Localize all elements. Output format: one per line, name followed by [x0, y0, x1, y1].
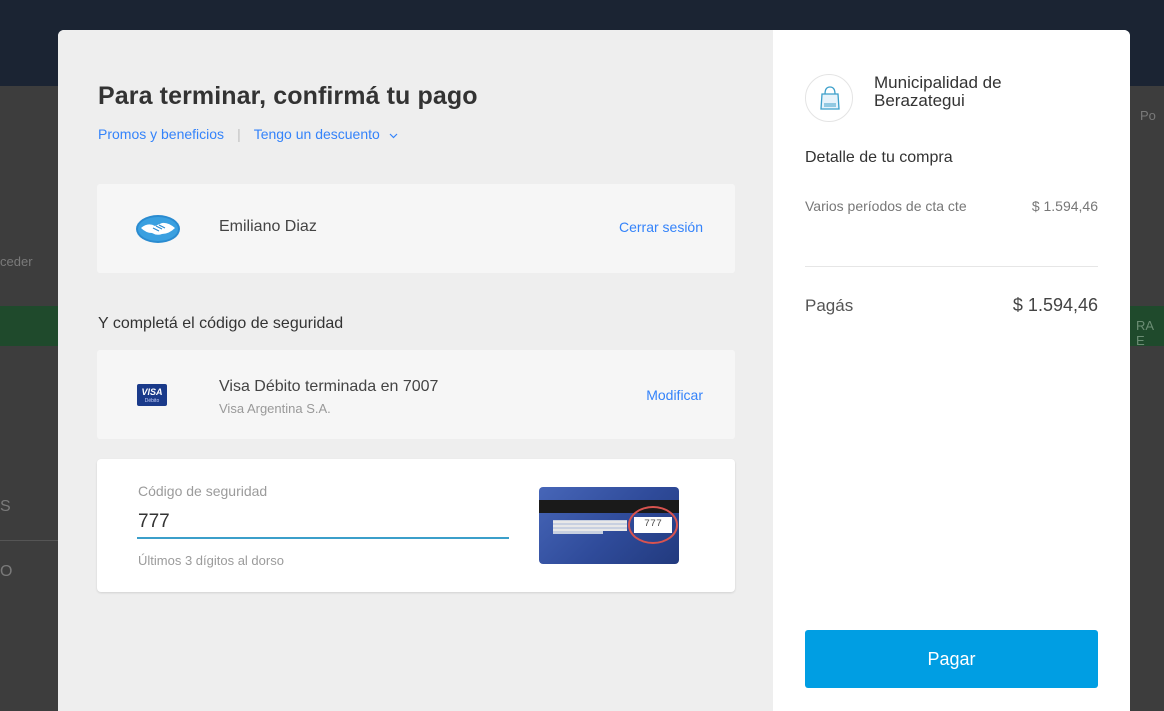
promos-link[interactable]: Promos y beneficios	[98, 126, 224, 142]
merchant-name: Municipalidad de Berazategui	[874, 73, 1002, 110]
payment-method-issuer: Visa Argentina S.A.	[219, 401, 331, 416]
handshake-icon	[135, 214, 181, 244]
background-divider	[0, 540, 58, 541]
background-text-right: Po	[1140, 108, 1156, 123]
background-letter-s: S	[0, 498, 11, 515]
security-code-label: Código de seguridad	[138, 483, 268, 499]
card-signature-strip	[553, 520, 627, 531]
visa-brand-text: VISA	[141, 387, 163, 397]
payment-method-name: Visa Débito terminada en 7007	[219, 378, 439, 395]
modify-payment-link[interactable]: Modificar	[646, 387, 703, 403]
user-card: Emiliano Diaz Cerrar sesión	[97, 184, 735, 273]
total-label: Pagás	[805, 296, 854, 315]
chevron-down-icon	[389, 131, 398, 142]
payment-method-card: VISA Débito Visa Débito terminada en 700…	[97, 350, 735, 439]
discount-link[interactable]: Tengo un descuento	[254, 126, 398, 142]
visa-debit-logo: VISA Débito	[137, 384, 167, 406]
security-section-title: Y completá el código de seguridad	[98, 315, 344, 332]
purchase-item-name: Varios períodos de cta cte	[805, 198, 967, 214]
background-letter-o: O	[0, 563, 13, 580]
logout-link[interactable]: Cerrar sesión	[619, 219, 703, 235]
summary-divider	[805, 266, 1098, 267]
checkout-modal: Para terminar, confirmá tu pago Promos y…	[58, 30, 1130, 711]
pay-button[interactable]: Pagar	[805, 630, 1098, 688]
security-code-panel: Código de seguridad Últimos 3 dígitos al…	[97, 459, 735, 592]
links-separator: |	[237, 126, 241, 142]
security-code-help: Últimos 3 dígitos al dorso	[138, 553, 284, 568]
card-back-illustration: 777	[539, 487, 679, 564]
security-code-highlight-circle	[628, 506, 678, 544]
security-code-input[interactable]	[137, 507, 509, 539]
shopping-bag-icon	[805, 74, 853, 122]
background-text-left: ceder	[0, 254, 33, 269]
checkout-main-panel: Para terminar, confirmá tu pago Promos y…	[58, 30, 773, 711]
user-name: Emiliano Diaz	[219, 218, 317, 235]
background-band-text: RA E	[1136, 318, 1154, 348]
page-title: Para terminar, confirmá tu pago	[98, 82, 478, 110]
total-amount: $ 1.594,46	[1012, 295, 1098, 315]
visa-brand-subtext: Débito	[144, 398, 160, 404]
purchase-detail-title: Detalle de tu compra	[805, 149, 953, 166]
card-signature-strip-lower	[553, 531, 603, 534]
discount-link-label: Tengo un descuento	[253, 126, 380, 142]
promo-links: Promos y beneficios | Tengo un descuento	[98, 126, 398, 142]
purchase-item-amount: $ 1.594,46	[1031, 198, 1098, 214]
order-summary-panel: Municipalidad de Berazategui Detalle de …	[773, 30, 1130, 711]
